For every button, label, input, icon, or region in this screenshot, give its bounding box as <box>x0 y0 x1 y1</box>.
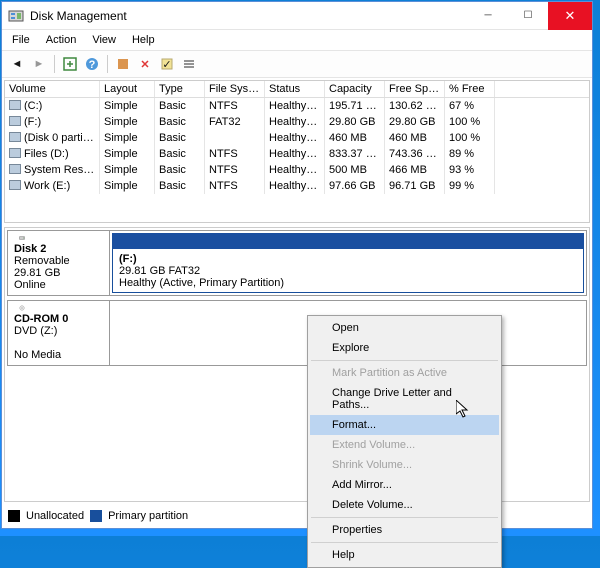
ctx-format[interactable]: Format... <box>310 415 499 435</box>
col-filesystem[interactable]: File System <box>205 81 265 97</box>
col-type[interactable]: Type <box>155 81 205 97</box>
minimize-button[interactable]: ─ <box>468 2 508 30</box>
separator <box>107 55 108 73</box>
volume-rows[interactable]: (C:)SimpleBasicNTFSHealthy (B...195.71 G… <box>5 98 589 222</box>
disk-management-window: Disk Management ─ ☐ ✕ File Action View H… <box>1 1 593 529</box>
menu-file[interactable]: File <box>6 32 36 48</box>
disk2-info: Disk 2 Removable 29.81 GB Online <box>8 231 110 295</box>
app-icon <box>8 8 24 24</box>
ctx-extend-volume: Extend Volume... <box>310 435 499 455</box>
settings-icon[interactable] <box>114 55 132 73</box>
svg-text:?: ? <box>89 59 96 71</box>
volume-row[interactable]: Files (D:)SimpleBasicNTFSHealthy (P...83… <box>5 146 589 162</box>
toolbar: ◄ ► ? ✕ ✓ <box>2 50 592 78</box>
cdrom-drive: DVD (Z:) <box>14 325 103 337</box>
col-status[interactable]: Status <box>265 81 325 97</box>
disk-graphic-area: Disk 2 Removable 29.81 GB Online (F:) 29… <box>4 227 590 502</box>
col-volume[interactable]: Volume <box>5 81 100 97</box>
ctx-mark-active: Mark Partition as Active <box>310 363 499 383</box>
separator <box>311 542 498 543</box>
legend: Unallocated Primary partition <box>4 506 590 526</box>
separator <box>311 360 498 361</box>
partition-detail: 29.81 GB FAT32 <box>119 265 200 277</box>
ctx-explore[interactable]: Explore <box>310 338 499 358</box>
col-free[interactable]: Free Spa... <box>385 81 445 97</box>
close-button[interactable]: ✕ <box>548 2 592 30</box>
menu-action[interactable]: Action <box>40 32 83 48</box>
properties-icon[interactable]: ✓ <box>158 55 176 73</box>
window-title: Disk Management <box>30 9 468 23</box>
legend-primary: Primary partition <box>108 510 188 522</box>
disk2-status: Online <box>14 279 103 291</box>
back-icon[interactable]: ◄ <box>8 55 26 73</box>
ctx-help[interactable]: Help <box>310 545 499 565</box>
volume-row[interactable]: (C:)SimpleBasicNTFSHealthy (B...195.71 G… <box>5 98 589 114</box>
separator <box>311 517 498 518</box>
volume-row[interactable]: Work (E:)SimpleBasicNTFSHealthy (P...97.… <box>5 178 589 194</box>
volume-header: Volume Layout Type File System Status Ca… <box>5 81 589 98</box>
swatch-unallocated <box>8 510 20 522</box>
col-layout[interactable]: Layout <box>100 81 155 97</box>
volume-list: Volume Layout Type File System Status Ca… <box>4 80 590 223</box>
disk2-size: 29.81 GB <box>14 267 103 279</box>
disk2-name: Disk 2 <box>14 243 103 255</box>
ctx-shrink-volume: Shrink Volume... <box>310 455 499 475</box>
menu-view[interactable]: View <box>86 32 122 48</box>
cdrom-status: No Media <box>14 349 103 361</box>
list-icon[interactable] <box>180 55 198 73</box>
refresh-icon[interactable] <box>61 55 79 73</box>
menu-help[interactable]: Help <box>126 32 161 48</box>
forward-icon[interactable]: ► <box>30 55 48 73</box>
ctx-delete-volume[interactable]: Delete Volume... <box>310 495 499 515</box>
cdrom-icon <box>14 305 30 311</box>
disk-row-disk2[interactable]: Disk 2 Removable 29.81 GB Online (F:) 29… <box>7 230 587 296</box>
menubar: File Action View Help <box>2 30 592 50</box>
volume-row[interactable]: (F:)SimpleBasicFAT32Healthy (P...29.80 G… <box>5 114 589 130</box>
volume-row[interactable]: (Disk 0 partition 2)SimpleBasicHealthy (… <box>5 130 589 146</box>
separator <box>54 55 55 73</box>
delete-icon[interactable]: ✕ <box>136 55 154 73</box>
partition-health: Healthy (Active, Primary Partition) <box>119 277 284 289</box>
ctx-open[interactable]: Open <box>310 318 499 338</box>
cdrom-info: CD-ROM 0 DVD (Z:) No Media <box>8 301 110 365</box>
svg-text:✓: ✓ <box>162 59 171 71</box>
titlebar[interactable]: Disk Management ─ ☐ ✕ <box>2 2 592 30</box>
disk-icon <box>14 235 30 241</box>
partition-f[interactable]: (F:) 29.81 GB FAT32 Healthy (Active, Pri… <box>112 233 584 293</box>
legend-unallocated: Unallocated <box>26 510 84 522</box>
maximize-button[interactable]: ☐ <box>508 2 548 30</box>
volume-row[interactable]: System ReservedSimpleBasicNTFSHealthy (S… <box>5 162 589 178</box>
col-capacity[interactable]: Capacity <box>325 81 385 97</box>
partition-label: (F:) <box>119 253 137 265</box>
col-pctfree[interactable]: % Free <box>445 81 495 97</box>
disk2-type: Removable <box>14 255 103 267</box>
ctx-change-drive-letter[interactable]: Change Drive Letter and Paths... <box>310 383 499 415</box>
swatch-primary <box>90 510 102 522</box>
cdrom-name: CD-ROM 0 <box>14 313 103 325</box>
ctx-add-mirror[interactable]: Add Mirror... <box>310 475 499 495</box>
ctx-properties[interactable]: Properties <box>310 520 499 540</box>
context-menu: Open Explore Mark Partition as Active Ch… <box>307 315 502 568</box>
help-icon[interactable]: ? <box>83 55 101 73</box>
